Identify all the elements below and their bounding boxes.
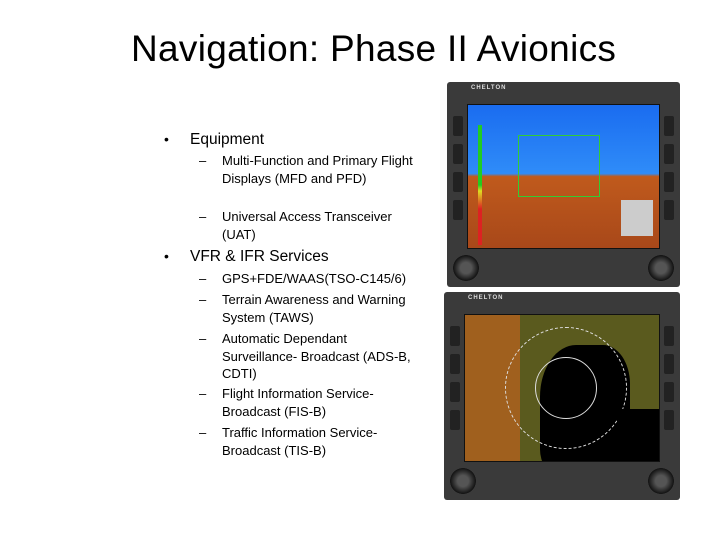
nav-data-box [617, 409, 659, 461]
bullet: • [164, 248, 169, 264]
section-services: VFR & IFR Services [190, 248, 329, 265]
bezel-button [664, 410, 674, 430]
bezel-button [664, 116, 674, 136]
bezel-button [664, 382, 674, 402]
dash: – [199, 386, 207, 401]
list-item: Terrain Awareness and Warning System (TA… [222, 292, 406, 325]
bezel-button [664, 172, 674, 192]
dash: – [199, 425, 207, 440]
dash: – [199, 331, 207, 346]
bullet: • [164, 131, 169, 147]
hsi-inset [621, 200, 653, 236]
chelton-logo: CHELTON [471, 85, 507, 91]
knob [648, 468, 674, 494]
list-item: Traffic Information Service- Broadcast (… [222, 425, 378, 458]
bezel-button [664, 200, 674, 220]
dash: – [199, 271, 207, 286]
bezel-button [453, 200, 463, 220]
range-ring [535, 357, 597, 419]
bezel-button [450, 382, 460, 402]
list-item: Multi-Function and Primary Flight Displa… [222, 153, 413, 186]
hud-box [518, 135, 600, 197]
bezel-button [664, 326, 674, 346]
knob [648, 255, 674, 281]
list-item: GPS+FDE/WAAS(TSO-C145/6) [222, 271, 407, 286]
pfd-screen [467, 104, 660, 249]
bezel-button [453, 144, 463, 164]
dash: – [199, 292, 207, 307]
airspeed-tape [478, 125, 482, 245]
section-equipment: Equipment [190, 131, 265, 148]
bezel-button [664, 144, 674, 164]
mfd-screen [464, 314, 660, 462]
list-item: Automatic Dependant Surveillance- Broadc… [222, 331, 411, 382]
bezel-button [450, 410, 460, 430]
slide-title: Navigation: Phase II Avionics [131, 28, 617, 69]
list-item: Flight Information Service- Broadcast (F… [222, 386, 374, 419]
knob [453, 255, 479, 281]
chelton-logo: CHELTON [468, 295, 504, 301]
pfd-image: CHELTON [447, 82, 680, 287]
bezel-button [453, 116, 463, 136]
dash: – [199, 209, 207, 224]
mfd-image: CHELTON [444, 292, 680, 500]
bezel-button [450, 354, 460, 374]
dash: – [199, 153, 207, 168]
bezel-button [453, 172, 463, 192]
knob [450, 468, 476, 494]
list-item: Universal Access Transceiver (UAT) [222, 209, 392, 242]
bezel-button [450, 326, 460, 346]
bezel-button [664, 354, 674, 374]
